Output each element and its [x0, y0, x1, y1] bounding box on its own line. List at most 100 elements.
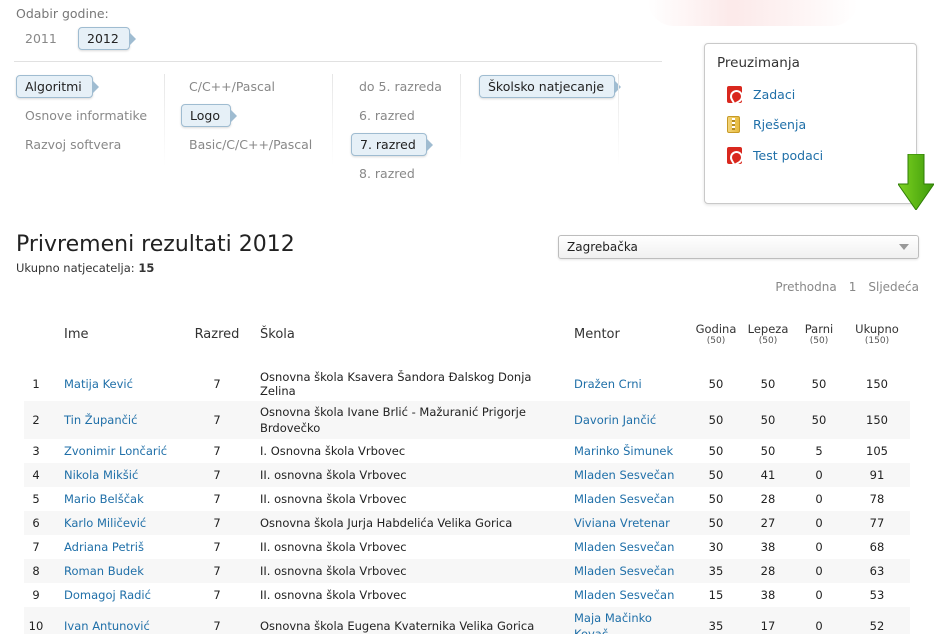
table-row: 9 Domagoj Radić 7 II. osnovna škola Vrbovec… [24, 583, 910, 607]
contestant-link[interactable]: Nikola Mikšić [64, 468, 138, 482]
score-godina-cell: 50 [708, 492, 724, 506]
pagination: Prethodna 1 Sljedeća [775, 280, 919, 294]
county-select[interactable]: Zagrebačka [558, 235, 919, 259]
table-row: 1 Matija Kević 7 Osnovna škola Ksavera Šand… [24, 367, 910, 401]
school-cell: Osnovna škola Eugena Kvaternika Velika G… [260, 619, 535, 633]
name-cell: Mario Belščak [54, 487, 174, 511]
score-lepeza-cell: 50 [760, 377, 776, 391]
score-godina-cell: 50 [708, 413, 724, 427]
mentor-link[interactable]: Mladen Sesvečan [574, 564, 674, 578]
filter-osnove-informatike[interactable]: Osnove informatike [25, 108, 147, 123]
zip-icon [727, 116, 740, 133]
contestant-link[interactable]: Adriana Petriš [64, 540, 144, 554]
contestant-link[interactable]: Mario Belščak [64, 492, 144, 506]
table-row: 10 Ivan Antunović 7 Osnovna škola Eugena Kv… [24, 607, 910, 634]
mentor-link[interactable]: Mladen Sesvečan [574, 588, 674, 602]
col-grade[interactable]: Razred [174, 312, 260, 356]
download-rjesenja[interactable]: Rješenja [727, 116, 806, 133]
filter-do-5-razreda[interactable]: do 5. razreda [359, 79, 442, 94]
pdf-icon [727, 147, 742, 164]
download-label[interactable]: Test podaci [753, 148, 823, 163]
score-total-cell: 77 [869, 516, 885, 530]
mentor-link[interactable]: Viviana Vretenar [574, 516, 670, 530]
grade-cell: 7 [213, 564, 221, 578]
mentor-link[interactable]: Marinko Šimunek [574, 444, 673, 458]
pager-page[interactable]: 1 [849, 280, 857, 294]
download-test-podaci[interactable]: Test podaci [727, 147, 823, 164]
score-total-cell: 150 [866, 377, 888, 391]
download-zadaci[interactable]: Zadaci [727, 86, 795, 103]
total-count: Ukupno natjecatelja: 15 [16, 261, 154, 275]
download-label[interactable]: Rješenja [753, 117, 806, 132]
filter-8-razred[interactable]: 8. razred [359, 166, 415, 181]
mentor-link[interactable]: Mladen Sesvečan [574, 468, 674, 482]
grade-cell: 7 [213, 468, 221, 482]
total-label: Ukupno natjecatelja: [16, 261, 135, 275]
score-lepeza-cell: 28 [760, 492, 776, 506]
score-lepeza-cell: 27 [760, 516, 776, 530]
school-cell: II. osnovna škola Vrbovec [260, 564, 407, 578]
col-lepeza[interactable]: Lepeza (50) [742, 312, 794, 356]
score-parni-cell: 0 [815, 540, 823, 554]
downloads-panel: Preuzimanja Zadaci Rješenja Test podaci [704, 43, 917, 204]
grade-cell: 7 [213, 540, 221, 554]
filter-logo[interactable]: Logo [181, 104, 237, 127]
contestant-link[interactable]: Zvonimir Lončarić [64, 444, 167, 458]
mentor-link[interactable]: Dražen Crni [574, 377, 642, 391]
col-name[interactable]: Ime [54, 312, 174, 356]
rank-cell: 10 [28, 619, 44, 633]
mentor-link[interactable]: Mladen Sesvečan [574, 540, 674, 554]
rank-cell: 8 [32, 564, 40, 578]
rank-cell: 7 [32, 540, 40, 554]
name-cell: Tin Župančić [54, 401, 174, 439]
col-lepeza-label: Lepeza [747, 321, 789, 336]
mentor-link[interactable]: Maja Mačinko Kovač [574, 611, 652, 634]
score-godina-cell: 35 [708, 564, 724, 578]
school-cell: II. osnovna škola Vrbovec [260, 588, 407, 602]
table-row: 2 Tin Župančić 7 Osnovna škola Ivane Brlić … [24, 401, 910, 439]
mentor-link[interactable]: Davorin Jančić [574, 413, 656, 427]
contestant-link[interactable]: Domagoj Radić [64, 588, 151, 602]
col-godina[interactable]: Godina (50) [690, 312, 742, 356]
name-cell: Adriana Petriš [54, 535, 174, 559]
col-parni[interactable]: Parni (50) [794, 312, 844, 356]
score-lepeza-cell: 38 [760, 540, 776, 554]
contestant-link[interactable]: Roman Budek [64, 564, 144, 578]
grade-cell: 7 [213, 588, 221, 602]
download-label[interactable]: Zadaci [753, 87, 795, 102]
filter-skolsko-natjecanje[interactable]: Školsko natjecanje [479, 75, 622, 98]
mentor-link[interactable]: Mladen Sesvečan [574, 492, 674, 506]
score-total-cell: 150 [866, 413, 888, 427]
year-tab-2012[interactable]: 2012 [78, 27, 136, 50]
contestant-link[interactable]: Matija Kević [64, 377, 133, 391]
col-ukupno[interactable]: Ukupno (150) [844, 312, 910, 356]
mentor-cell: Mladen Sesvečan [574, 463, 690, 487]
filter-basic-c-cpp-pascal[interactable]: Basic/C/C++/Pascal [189, 137, 312, 152]
filter-c-cpp-pascal[interactable]: C/C++/Pascal [189, 79, 275, 94]
col-school[interactable]: Škola [260, 312, 574, 356]
pager-prev[interactable]: Prethodna [775, 280, 836, 294]
table-row: 8 Roman Budek 7 II. osnovna škola Vrbovec Ml… [24, 559, 910, 583]
col-ukupno-label: Ukupno [855, 321, 899, 336]
contestant-link[interactable]: Tin Župančić [64, 413, 137, 427]
contestant-link[interactable]: Ivan Antunović [64, 619, 150, 633]
rank-cell: 2 [32, 413, 40, 427]
score-total-cell: 53 [869, 588, 885, 602]
score-godina-cell: 50 [708, 377, 724, 391]
school-cell: II. osnovna škola Vrbovec [260, 492, 407, 506]
filter-6-razred[interactable]: 6. razred [359, 108, 415, 123]
contestant-link[interactable]: Karlo Miličević [64, 516, 146, 530]
mentor-cell: Maja Mačinko Kovač [574, 607, 690, 634]
year-filter-label: Odabir godine: [16, 6, 109, 21]
school-cell: II. osnovna škola Vrbovec [260, 468, 407, 482]
score-parni-cell: 0 [815, 564, 823, 578]
score-godina-cell: 50 [708, 516, 724, 530]
filter-7-razred[interactable]: 7. razred [351, 133, 433, 156]
score-parni-cell: 0 [815, 492, 823, 506]
score-lepeza-cell: 17 [760, 619, 776, 633]
filter-razvoj-softvera[interactable]: Razvoj softvera [25, 137, 121, 152]
filter-algoritmi[interactable]: Algoritmi [16, 75, 99, 98]
pager-next[interactable]: Sljedeća [868, 280, 919, 294]
year-tab-2011[interactable]: 2011 [25, 31, 57, 46]
col-mentor[interactable]: Mentor [574, 312, 690, 356]
